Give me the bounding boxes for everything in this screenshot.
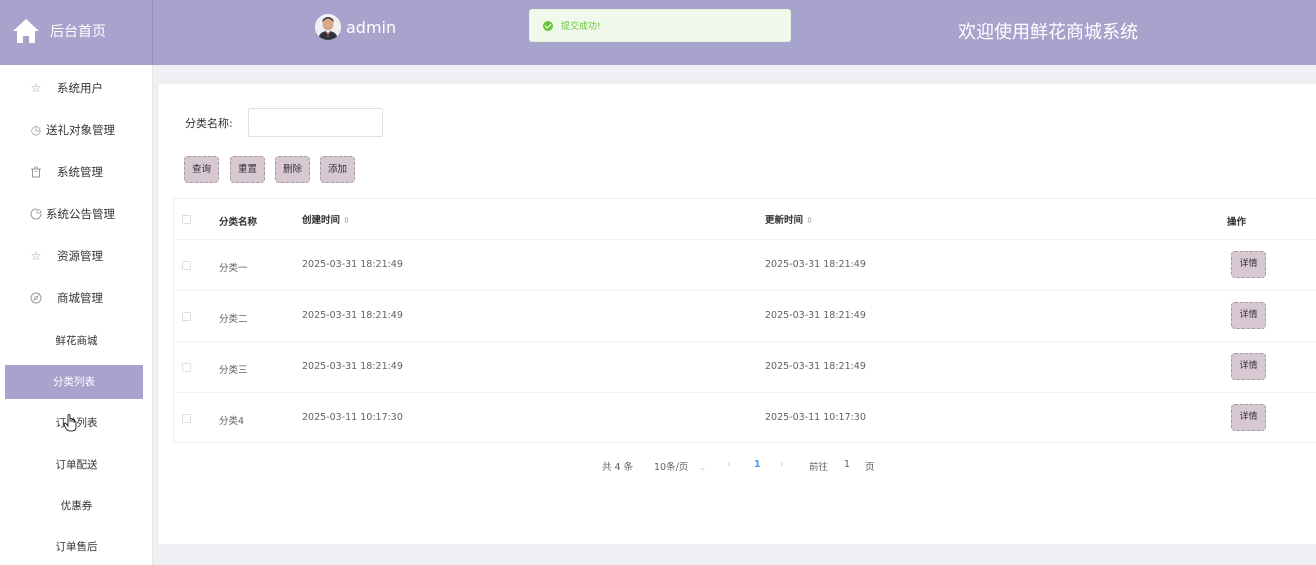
- cell-name: 分类一: [219, 263, 248, 274]
- detail-button[interactable]: 详情: [1231, 353, 1266, 380]
- sidebar-item-announcements[interactable]: 系统公告管理: [0, 193, 153, 235]
- query-button[interactable]: 查询: [184, 156, 219, 183]
- user-info[interactable]: admin: [315, 14, 396, 40]
- page-suffix: 页: [865, 462, 875, 473]
- hand-cursor-icon: [63, 414, 77, 432]
- sort-icon[interactable]: ⇳: [343, 216, 350, 225]
- toast-message: 提交成功!: [561, 22, 601, 32]
- sidebar-subitem-order-delivery[interactable]: 订单配送: [0, 448, 153, 482]
- sidebar: ☆ 系统用户 ◷ 送礼对象管理 系统管理 系统公告管理 ☆ 资源管理 商城管理 …: [0, 65, 153, 565]
- cell-updated: 2025-03-11 10:17:30: [765, 412, 866, 423]
- sidebar-subitem-coupons[interactable]: 优惠券: [0, 489, 153, 523]
- sidebar-subitem-category-list[interactable]: 分类列表: [5, 365, 143, 399]
- sidebar-item-resources[interactable]: ☆ 资源管理: [0, 235, 153, 277]
- column-header-label: 创建时间: [302, 215, 341, 226]
- column-header-action: 操作: [1227, 217, 1247, 228]
- cell-created: 2025-03-31 18:21:49: [302, 310, 403, 321]
- main-panel: 分类名称: 查询 重置 删除 添加 分类名称 创建时间 ⇳ 更新时间 ⇳ 操作 分类…: [159, 84, 1316, 544]
- check-circle-icon: [543, 20, 553, 31]
- cell-updated: 2025-03-31 18:21:49: [765, 259, 866, 270]
- welcome-title: 欢迎使用鲜花商城系统: [958, 22, 1138, 43]
- detail-button[interactable]: 详情: [1231, 404, 1266, 431]
- sidebar-item-mall-management[interactable]: 商城管理: [0, 277, 153, 319]
- cell-updated: 2025-03-31 18:21:49: [765, 361, 866, 372]
- success-toast: 提交成功!: [529, 9, 791, 42]
- pagination-total: 共 4 条: [602, 462, 634, 473]
- clock-icon: ◷: [30, 123, 42, 137]
- trash-icon: [30, 166, 42, 178]
- sidebar-item-label: 系统公告管理: [46, 207, 115, 221]
- sidebar-item-label: 资源管理: [57, 249, 103, 263]
- sort-icon[interactable]: ⇳: [806, 216, 813, 225]
- cell-created: 2025-03-11 10:17:30: [302, 412, 403, 423]
- divider: [174, 392, 1316, 393]
- cell-created: 2025-03-31 18:21:49: [302, 259, 403, 270]
- cell-created: 2025-03-31 18:21:49: [302, 361, 403, 372]
- sidebar-subitem-flower-shop[interactable]: 鲜花商城: [0, 324, 153, 358]
- add-button[interactable]: 添加: [320, 156, 355, 183]
- row-checkbox[interactable]: [182, 414, 191, 423]
- sidebar-item-label: 商城管理: [57, 291, 103, 305]
- cell-updated: 2025-03-31 18:21:49: [765, 310, 866, 321]
- home-icon: [13, 19, 39, 43]
- column-header-name: 分类名称: [219, 217, 258, 228]
- category-table: 分类名称 创建时间 ⇳ 更新时间 ⇳ 操作 分类一 2025-03-31 18:21…: [173, 198, 1316, 443]
- column-header-created[interactable]: 创建时间 ⇳: [302, 212, 350, 226]
- star-outline-icon: ☆: [30, 249, 42, 263]
- divider: [174, 239, 1316, 240]
- sidebar-item-system-management[interactable]: 系统管理: [0, 151, 153, 193]
- divider: [174, 290, 1316, 291]
- pie-icon: [30, 208, 42, 220]
- detail-button[interactable]: 详情: [1231, 251, 1266, 278]
- sidebar-item-label: 系统用户: [57, 81, 103, 95]
- reset-button[interactable]: 重置: [230, 156, 265, 183]
- delete-button[interactable]: 删除: [275, 156, 310, 183]
- compass-icon: [30, 292, 42, 304]
- row-checkbox[interactable]: [182, 363, 191, 372]
- page-size-select[interactable]: 10条/页 ⌄: [654, 459, 706, 473]
- prev-page-icon[interactable]: ‹: [727, 459, 731, 470]
- page-size-value: 10条/页: [654, 462, 689, 473]
- row-checkbox[interactable]: [182, 261, 191, 270]
- row-checkbox[interactable]: [182, 312, 191, 321]
- cell-name: 分类二: [219, 314, 248, 325]
- search-label: 分类名称:: [185, 117, 233, 130]
- sidebar-subitem-after-sales[interactable]: 订单售后: [0, 530, 153, 564]
- home-link[interactable]: 后台首页: [0, 0, 153, 65]
- column-header-updated[interactable]: 更新时间 ⇳: [765, 212, 813, 226]
- goto-label: 前往: [809, 462, 829, 473]
- brand-label: 后台首页: [50, 24, 106, 40]
- sidebar-item-system-users[interactable]: ☆ 系统用户: [0, 67, 153, 109]
- column-header-label: 更新时间: [765, 215, 804, 226]
- chevron-down-icon: ⌄: [699, 463, 707, 472]
- divider: [174, 341, 1316, 342]
- avatar: [315, 14, 341, 40]
- user-name: admin: [346, 17, 397, 37]
- sidebar-item-label: 系统管理: [57, 165, 103, 179]
- detail-button[interactable]: 详情: [1231, 302, 1266, 329]
- cell-name: 分类三: [219, 365, 248, 376]
- cell-name: 分类4: [219, 416, 245, 427]
- next-page-icon[interactable]: ›: [780, 459, 784, 470]
- sidebar-item-label: 送礼对象管理: [46, 123, 115, 137]
- goto-page-input[interactable]: 1: [844, 459, 850, 470]
- star-outline-icon: ☆: [30, 81, 42, 95]
- sidebar-item-gift-recipients[interactable]: ◷ 送礼对象管理: [0, 109, 153, 151]
- top-header: 后台首页 admin 提交成功! 欢迎使用鲜花商城系统: [0, 0, 1316, 65]
- page-number-current[interactable]: 1: [754, 459, 761, 470]
- select-all-checkbox[interactable]: [182, 215, 191, 224]
- category-name-input[interactable]: [248, 108, 383, 137]
